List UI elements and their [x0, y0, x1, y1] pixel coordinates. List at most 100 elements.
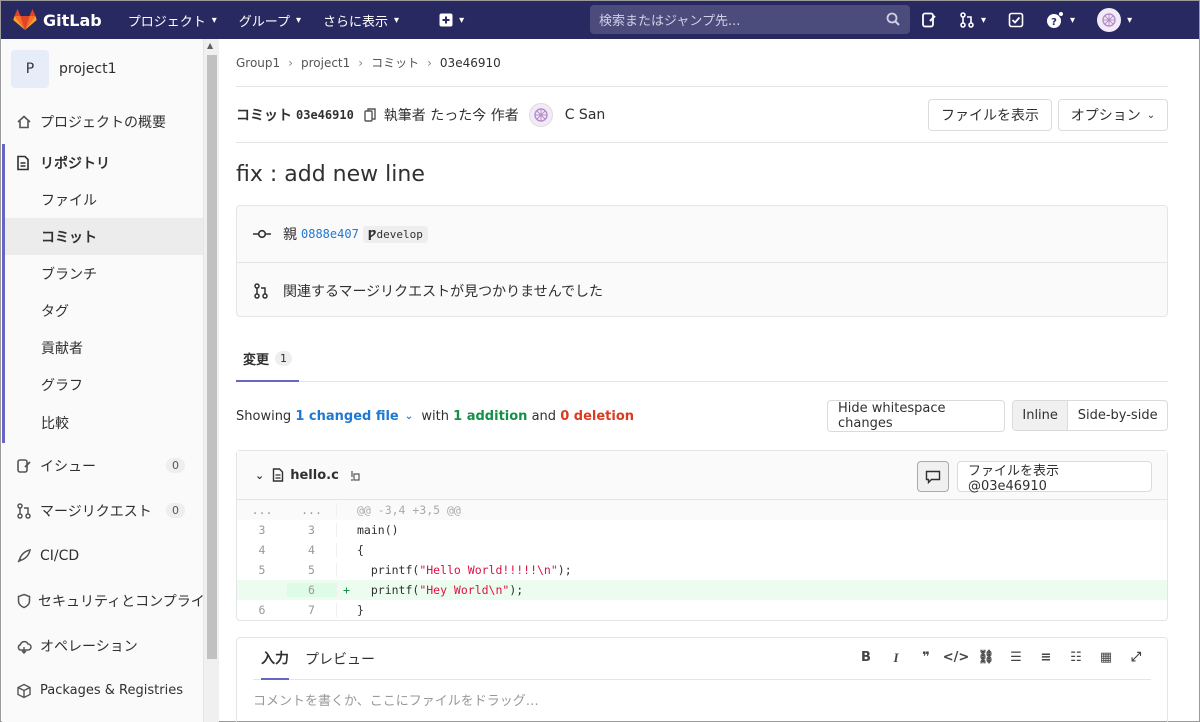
- options-dropdown-button[interactable]: オプション ⌄: [1058, 99, 1168, 131]
- breadcrumb-commit-sha[interactable]: 03e46910: [440, 56, 501, 70]
- line-number-old[interactable]: 3: [237, 523, 287, 537]
- line-number-new[interactable]: 5: [287, 563, 337, 577]
- diff-sign: +: [343, 583, 350, 597]
- sidebar-item-label: コミット: [41, 229, 97, 246]
- diff-summary: Showing 1 changed file ⌄ with 1 addition…: [236, 382, 1168, 450]
- issues-nav-button[interactable]: [921, 12, 937, 28]
- breadcrumb: Group1 › project1 › コミット › 03e46910: [236, 39, 1168, 87]
- project-avatar: P: [11, 50, 49, 88]
- chevron-down-icon[interactable]: ⌄: [405, 411, 413, 422]
- chevron-down-icon: ▾: [1127, 14, 1133, 26]
- sidebar-item-packages[interactable]: Packages & Registries: [2, 668, 203, 713]
- sidebar-item-tags[interactable]: タグ: [5, 292, 203, 329]
- line-number-new[interactable]: 6: [287, 583, 337, 597]
- sidebar-item-issues[interactable]: イシュー 0: [2, 443, 203, 488]
- sidebar-item-merge-requests[interactable]: マージリクエスト 0: [2, 488, 203, 533]
- author-avatar[interactable]: [528, 102, 553, 127]
- inline-view-button[interactable]: Inline: [1013, 401, 1069, 430]
- shield-icon: [16, 593, 32, 609]
- copy-file-path-icon[interactable]: [349, 468, 361, 482]
- code-icon[interactable]: </>: [941, 650, 971, 666]
- sidebar-item-branches[interactable]: ブランチ: [5, 255, 203, 292]
- sidebar-item-contributors[interactable]: 貢献者: [5, 329, 203, 366]
- sidebar-item-overview[interactable]: プロジェクトの概要: [2, 99, 203, 144]
- line-number-new[interactable]: 4: [287, 543, 337, 557]
- view-file-button[interactable]: ファイルを表示 @03e46910: [957, 461, 1152, 494]
- search-input[interactable]: 検索またはジャンプ先...: [590, 5, 910, 34]
- hide-whitespace-button[interactable]: Hide whitespace changes: [827, 400, 1005, 432]
- sidebar-item-compare[interactable]: 比較: [5, 403, 203, 443]
- sidebar-item-operations[interactable]: オペレーション: [2, 623, 203, 668]
- changed-files-dropdown[interactable]: 1 changed file: [295, 409, 398, 424]
- line-number-old[interactable]: 5: [237, 563, 287, 577]
- author-name[interactable]: C San: [565, 107, 606, 123]
- help-nav-button[interactable]: ? ▾: [1046, 11, 1075, 29]
- sidebar-item-label: オペレーション: [40, 638, 138, 655]
- sidebar-project-header[interactable]: P project1: [2, 39, 203, 99]
- branch-tag[interactable]: Ƿdevelop: [362, 225, 428, 243]
- sidebar-item-security[interactable]: セキュリティとコンプライアンス: [2, 578, 203, 623]
- help-icon: ?: [1047, 11, 1065, 28]
- sidebar-item-label: タグ: [41, 303, 69, 320]
- sidebar-item-files[interactable]: ファイル: [5, 181, 203, 218]
- breadcrumb-group[interactable]: Group1: [236, 56, 280, 70]
- issues-icon: [922, 12, 936, 28]
- diff-file: ⌄ hello.c ファイルを表示 @03e46910 ...... @@ -3…: [236, 450, 1168, 621]
- copy-icon[interactable]: [364, 107, 376, 122]
- code-text: printf("Hey World\n");: [357, 583, 524, 597]
- side-by-side-view-button[interactable]: Side-by-side: [1068, 401, 1167, 430]
- line-number-old[interactable]: ...: [237, 503, 287, 517]
- bullet-list-icon[interactable]: ☰: [1001, 650, 1031, 666]
- gitlab-logo[interactable]: GitLab: [13, 9, 102, 31]
- commit-info-box: 親 0888e407 Ƿdevelop 関連するマージリクエストが見つかりません…: [236, 205, 1168, 317]
- file-name[interactable]: hello.c: [290, 468, 339, 483]
- sidebar-item-repository[interactable]: リポジトリ: [5, 144, 203, 181]
- browse-files-button[interactable]: ファイルを表示: [928, 99, 1052, 131]
- line-number-new[interactable]: 3: [287, 523, 337, 537]
- svg-text:?: ?: [1051, 17, 1057, 28]
- scroll-up-arrow-icon[interactable]: ▲: [207, 41, 213, 50]
- merge-request-icon: [254, 282, 268, 299]
- new-dropdown-button[interactable]: ▾: [439, 13, 464, 27]
- tab-write[interactable]: 入力: [261, 638, 289, 680]
- breadcrumb-commits[interactable]: コミット: [371, 54, 419, 71]
- scrollbar-thumb[interactable]: [207, 55, 217, 659]
- sidebar-item-cicd[interactable]: CI/CD: [2, 533, 203, 578]
- chevron-down-icon: ▾: [296, 14, 302, 26]
- table-icon[interactable]: ▦: [1091, 650, 1121, 666]
- additions-count: 1 addition: [453, 408, 528, 424]
- tab-preview[interactable]: プレビュー: [305, 638, 375, 680]
- sidebar-item-graph[interactable]: グラフ: [5, 366, 203, 403]
- breadcrumb-project[interactable]: project1: [301, 56, 350, 70]
- tab-changes[interactable]: 変更 1: [236, 337, 299, 382]
- merge-requests-nav-button[interactable]: ▾: [959, 12, 986, 28]
- search-placeholder: 検索またはジャンプ先...: [599, 14, 741, 29]
- todos-nav-button[interactable]: [1008, 12, 1024, 28]
- line-number-new[interactable]: 7: [287, 603, 337, 617]
- comment-tabs: 入力 プレビュー B I ❞ </> ⛓ ☰ ≡ ☷ ▦ ⤢: [253, 638, 1151, 680]
- comment-textarea[interactable]: コメントを書くか、ここにファイルをドラッグ…: [253, 690, 539, 709]
- nav-more[interactable]: さらに表示 ▾: [323, 11, 399, 30]
- line-number-old[interactable]: 6: [237, 603, 287, 617]
- task-list-icon[interactable]: ☷: [1061, 650, 1091, 666]
- diff-body: ...... @@ -3,4 +3,5 @@ 33 main() 44 { 55…: [237, 500, 1167, 620]
- sidebar-item-commits[interactable]: コミット: [5, 218, 203, 255]
- code-text: printf("Hello World!!!!!\n");: [357, 563, 572, 577]
- numbered-list-icon[interactable]: ≡: [1031, 650, 1061, 666]
- sidebar-scrollbar[interactable]: ▲: [204, 39, 219, 722]
- nav-projects[interactable]: プロジェクト ▾: [128, 11, 217, 30]
- line-number-old[interactable]: 4: [237, 543, 287, 557]
- bold-icon[interactable]: B: [851, 650, 881, 666]
- toggle-comments-button[interactable]: [917, 461, 949, 492]
- sidebar-item-label: Packages & Registries: [40, 683, 183, 698]
- line-number-new[interactable]: ...: [287, 503, 337, 517]
- quote-icon[interactable]: ❞: [911, 650, 941, 666]
- package-icon: [16, 683, 34, 699]
- nav-groups[interactable]: グループ ▾: [239, 11, 301, 30]
- fullscreen-icon[interactable]: ⤢: [1121, 650, 1151, 666]
- parent-sha-link[interactable]: 0888e407: [301, 227, 359, 241]
- user-menu-button[interactable]: ▾: [1097, 8, 1132, 32]
- chevron-down-icon[interactable]: ⌄: [255, 469, 264, 482]
- italic-icon[interactable]: I: [881, 650, 911, 666]
- link-icon[interactable]: ⛓: [971, 650, 1001, 666]
